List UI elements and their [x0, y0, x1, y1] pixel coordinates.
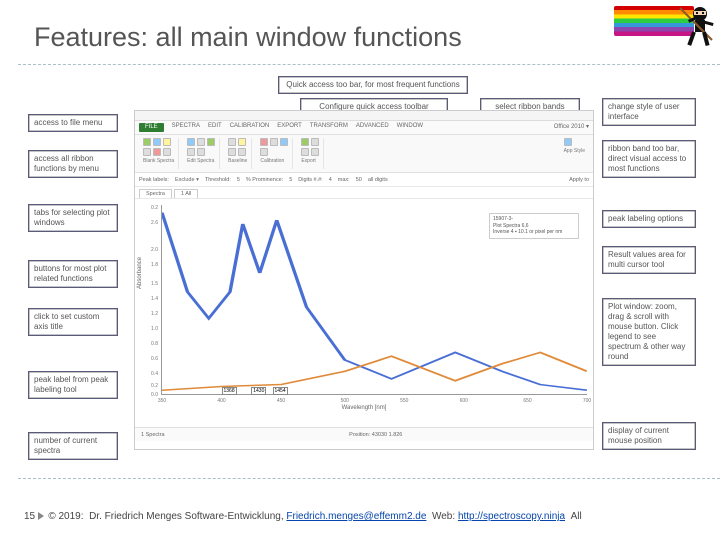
y-tick: 2.6 — [144, 220, 158, 226]
menu-item[interactable]: EDIT — [208, 123, 222, 132]
menu-item[interactable]: WINDOW — [397, 123, 423, 132]
y-tick: 0.4 — [144, 371, 158, 377]
menu-item[interactable]: EXPORT — [277, 123, 302, 132]
y-tick: 1.2 — [144, 311, 158, 317]
footer-author: Dr. Friedrich Menges Software-Entwicklun… — [89, 511, 284, 522]
callout-plot-window: Plot window: zoom, drag & scroll with mo… — [602, 298, 696, 366]
callout-peak-options: peak labeling options — [602, 210, 696, 228]
footer-web-link[interactable]: http://spectroscopy.ninja — [458, 511, 565, 522]
ribbon-bar: Blank Spectra Edit Spectra Baseline Cali… — [135, 135, 593, 173]
app-style-label[interactable]: App Style — [564, 148, 585, 154]
max-label: max: — [338, 177, 350, 183]
peak-toolbar: Peak labels: Exclude ▾ Threshold: 5 % Pr… — [135, 173, 593, 187]
x-tick: 350 — [158, 398, 166, 404]
app-menu-row: FILE SPECTRA EDIT CALIBRATION EXPORT TRA… — [135, 121, 593, 135]
y-tick: 0.2 — [144, 205, 158, 211]
ribbon-group-label: Edit Spectra — [187, 158, 215, 164]
y-tick: 1.0 — [144, 326, 158, 332]
x-tick: 550 — [400, 398, 408, 404]
callout-ribbon-menu: access all ribbon functions by menu — [28, 150, 118, 178]
status-mouse-position: Position: 43030 1.826 — [349, 432, 402, 438]
x-axis-label[interactable]: Wavelength [nm] — [135, 405, 593, 411]
x-tick: 400 — [217, 398, 225, 404]
y-tick: 1.8 — [144, 262, 158, 268]
exclude-dropdown[interactable]: Exclude ▾ — [175, 177, 199, 183]
footer: © 2019: Dr. Friedrich Menges Software-En… — [40, 511, 716, 522]
menu-item[interactable]: ADVANCED — [356, 123, 389, 132]
callout-spectra-count: number of current spectra — [28, 432, 118, 460]
callout-buttons: buttons for most plot related functions — [28, 260, 118, 288]
prominence-value[interactable]: 5 — [289, 177, 292, 183]
callout-mouse-pos: display of current mouse position — [602, 422, 696, 450]
ribbon-group-label: Export — [301, 158, 319, 164]
ribbon-group-label: Blank Spectra — [143, 158, 174, 164]
menu-item[interactable]: SPECTRA — [172, 123, 200, 132]
threshold-label: Threshold: — [205, 177, 231, 183]
divider-bottom — [18, 478, 720, 479]
callout-quick-access: Quick access too bar, for most frequent … — [278, 76, 468, 94]
mascot-logo — [614, 2, 714, 50]
ribbon-group-label: Calibration — [260, 158, 288, 164]
x-tick: 450 — [277, 398, 285, 404]
y-tick: 2.0 — [144, 247, 158, 253]
y-tick: 0.0 — [144, 392, 158, 398]
footer-web-label: Web: — [432, 511, 455, 522]
x-tick: 600 — [460, 398, 468, 404]
status-bar: 1 Spectra Position: 43030 1.826 — [135, 427, 593, 441]
callout-axis-title: click to set custom axis title — [28, 308, 118, 336]
slide-title: Features: all main window functions — [34, 22, 462, 53]
tab-spectra[interactable]: Spectra — [139, 189, 172, 198]
alldigits-check[interactable]: all digits — [368, 177, 388, 183]
max-value[interactable]: 50 — [356, 177, 362, 183]
callout-result-area: Result values area for multi cursor tool — [602, 246, 696, 274]
x-tick: 700 — [583, 398, 591, 404]
app-window: FILE SPECTRA EDIT CALIBRATION EXPORT TRA… — [134, 110, 594, 450]
ribbon-group: Export — [297, 138, 324, 169]
legend-item[interactable]: Inverse 4 ▪ 10.1 or pixel per nm — [493, 229, 575, 236]
footer-copyright: © 2019: — [48, 511, 83, 522]
callout-ribbon-band: ribbon band too bar, direct visual acces… — [602, 140, 696, 178]
ribbon-group: Edit Spectra — [183, 138, 220, 169]
ribbon-scheme[interactable]: Office 2010 ▾ — [554, 123, 589, 132]
callout-peak-label: peak label from peak labeling tool — [28, 371, 118, 399]
plot-area[interactable]: Absorbance 0.2 2.6 2.0 1.8 1.5 1.4 1.2 1… — [135, 199, 593, 427]
ninja-icon — [672, 2, 718, 50]
file-tab[interactable]: FILE — [139, 123, 164, 132]
ribbon-group: Blank Spectra — [139, 138, 179, 169]
divider-top — [18, 64, 720, 65]
callout-change-style: change style of user interface — [602, 98, 696, 126]
menu-item[interactable]: TRANSFORM — [310, 123, 348, 132]
callout-file-menu: access to file menu — [28, 114, 118, 132]
y-tick: 1.5 — [144, 281, 158, 287]
page-number: 15 — [24, 511, 35, 522]
ribbon-group-label: Baseline — [228, 158, 247, 164]
y-tick: 0.8 — [144, 341, 158, 347]
prominence-label: % Prominence: — [246, 177, 283, 183]
callout-tabs: tabs for selecting plot windows — [28, 204, 118, 232]
y-tick: 1.4 — [144, 296, 158, 302]
ribbon-group: Baseline — [224, 138, 252, 169]
digits-label: Digits #.#: — [298, 177, 322, 183]
x-tick: 650 — [523, 398, 531, 404]
x-tick: 500 — [341, 398, 349, 404]
app-titlebar — [135, 111, 593, 121]
ribbon-appstyle: App Style — [560, 138, 589, 169]
footer-email-link[interactable]: Friedrich.menges@effemm2.de — [286, 511, 426, 522]
peak-labels-label: Peak labels: — [139, 177, 169, 183]
apply-to-label: Apply to — [569, 177, 589, 183]
plot-legend[interactable]: 15907-3- Plot Spectra 6,6 Inverse 4 ▪ 10… — [489, 213, 579, 239]
digits-value[interactable]: 4 — [329, 177, 332, 183]
y-axis-label[interactable]: Absorbance — [137, 257, 143, 289]
plot-tabs: Spectra 1 All — [135, 187, 593, 199]
footer-tail: All — [571, 511, 582, 522]
y-tick: 0.2 — [144, 383, 158, 389]
tab-all[interactable]: 1 All — [174, 189, 198, 198]
menu-item[interactable]: CALIBRATION — [230, 123, 270, 132]
status-spectra-count: 1 Spectra — [141, 432, 165, 438]
ribbon-group: Calibration — [256, 138, 293, 169]
threshold-value[interactable]: 5 — [237, 177, 240, 183]
y-tick: 0.6 — [144, 356, 158, 362]
